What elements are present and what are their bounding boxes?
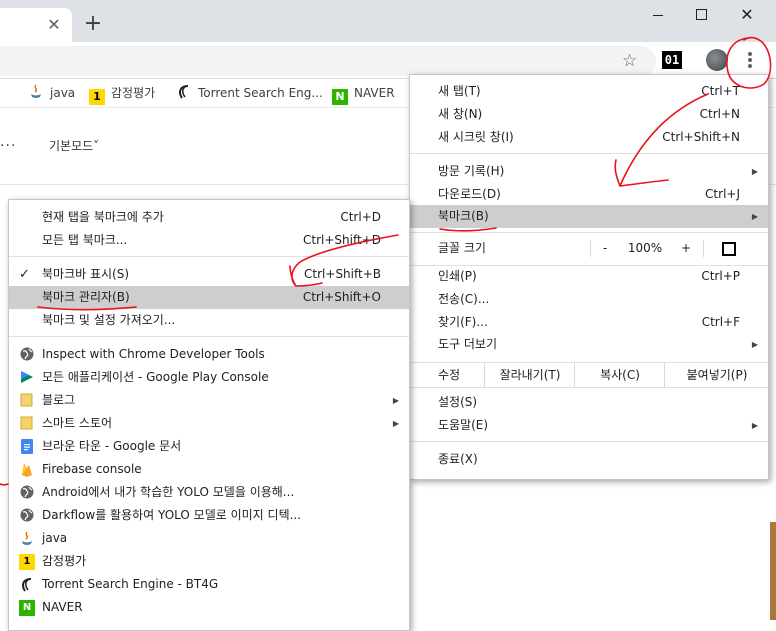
minimize-button[interactable] <box>643 4 673 26</box>
fullscreen-icon[interactable] <box>722 242 736 256</box>
firebase-icon <box>19 462 35 478</box>
tab-close-icon[interactable]: ✕ <box>44 15 64 35</box>
copy-button[interactable]: 복사(C) <box>574 363 665 387</box>
check-icon: ✓ <box>19 267 30 282</box>
bookmark-gamjeong[interactable]: 1 감정평가 <box>89 84 156 105</box>
bm-import[interactable]: 북마크 및 설정 가져오기... <box>9 309 409 332</box>
bookmark-torrent[interactable]: Torrent Search Eng... <box>176 84 323 102</box>
chevron-down-icon: ˅ <box>93 139 100 153</box>
folder-icon <box>19 416 35 432</box>
java-icon <box>28 84 44 100</box>
chrome-menu-button[interactable] <box>738 49 762 71</box>
submenu-arrow-icon: ▶ <box>751 340 758 349</box>
active-tab[interactable]: ✕ <box>0 8 72 42</box>
torrent-icon <box>176 84 192 100</box>
profile-avatar[interactable] <box>706 49 728 71</box>
menu-more-tools[interactable]: 도구 더보기 ▶ <box>410 333 768 356</box>
zoom-value: 100% <box>627 241 663 255</box>
background-window-edge <box>770 522 776 620</box>
menu-separator <box>9 256 409 257</box>
bookmark-naver[interactable]: N NAVER <box>332 84 395 105</box>
paste-button[interactable]: 붙여넣기(P) <box>664 363 769 387</box>
extension-01-icon[interactable]: 01 <box>662 51 682 69</box>
bm-item[interactable]: Inspect with Chrome Developer Tools <box>9 343 409 366</box>
bm-folder[interactable]: 스마트 스토어 ▶ <box>9 412 409 435</box>
menu-help[interactable]: 도움말(E) ▶ <box>410 414 768 437</box>
menu-settings[interactable]: 설정(S) <box>410 391 768 414</box>
submenu-arrow-icon: ▶ <box>392 419 399 428</box>
menu-new-tab[interactable]: 새 탭(T) Ctrl+T <box>410 80 768 103</box>
menu-separator <box>410 153 768 154</box>
zoom-out-button[interactable]: - <box>593 237 617 260</box>
window-close-button[interactable]: ✕ <box>732 4 762 26</box>
menu-exit[interactable]: 종료(X) <box>410 448 768 471</box>
menu-cast[interactable]: 전송(C)... <box>410 288 768 311</box>
menu-bookmarks[interactable]: 북마크(B) ▶ <box>410 205 768 228</box>
bm-folder[interactable]: 블로그 ▶ <box>9 389 409 412</box>
bm-item[interactable]: 브라운 타운 - Google 문서 <box>9 435 409 458</box>
google-docs-icon <box>19 439 35 455</box>
bookmark-star-icon[interactable]: ☆ <box>622 51 637 71</box>
menu-new-window[interactable]: 새 창(N) Ctrl+N <box>410 103 768 126</box>
globe-icon <box>19 347 35 363</box>
bookmark-submenu: 현재 탭을 북마크에 추가 Ctrl+D 모든 탭 북마크... Ctrl+Sh… <box>8 199 410 631</box>
menu-incognito[interactable]: 새 시크릿 창(I) Ctrl+Shift+N <box>410 126 768 149</box>
mode-label: 기본모드 <box>49 139 94 153</box>
java-icon <box>19 531 35 547</box>
submenu-arrow-icon: ▶ <box>751 421 758 430</box>
chrome-main-menu: 새 탭(T) Ctrl+T 새 창(N) Ctrl+N 새 시크릿 창(I) C… <box>409 74 769 480</box>
menu-print[interactable]: 인쇄(P) Ctrl+P <box>410 265 768 288</box>
bm-item[interactable]: Darkflow를 활용하여 YOLO 모델로 이미지 디텍... <box>9 504 409 527</box>
address-bar[interactable]: ☆ <box>0 46 656 76</box>
bookmark-label: Torrent Search Eng... <box>198 86 323 100</box>
submenu-arrow-icon: ▶ <box>751 212 758 221</box>
naver-icon: N <box>19 600 35 616</box>
menu-separator <box>9 336 409 337</box>
maximize-button[interactable] <box>686 4 716 26</box>
bm-item[interactable]: java <box>9 527 409 550</box>
bm-item[interactable]: Torrent Search Engine - BT4G <box>9 573 409 596</box>
bm-item[interactable]: 모든 애플리케이션 - Google Play Console <box>9 366 409 389</box>
tab-strip: ✕ + ✕ <box>0 0 776 42</box>
zoom-in-button[interactable]: + <box>674 237 698 260</box>
menu-edit-row: 수정 잘라내기(T) 복사(C) 붙여넣기(P) <box>410 362 768 388</box>
menu-find[interactable]: 찾기(F)... Ctrl+F <box>410 311 768 334</box>
bm-show-bar[interactable]: ✓ 북마크바 표시(S) Ctrl+Shift+B <box>9 263 409 286</box>
bm-manager[interactable]: 북마크 관리자(B) Ctrl+Shift+O <box>9 286 409 309</box>
number-one-icon: 1 <box>19 554 35 570</box>
mode-selector[interactable]: 기본모드˅ <box>49 137 99 154</box>
more-dots[interactable]: ··· <box>0 138 16 154</box>
cut-button[interactable]: 잘라내기(T) <box>484 363 575 387</box>
bm-bookmark-all[interactable]: 모든 탭 북마크... Ctrl+Shift+D <box>9 229 409 252</box>
bm-add-current[interactable]: 현재 탭을 북마크에 추가 Ctrl+D <box>9 206 409 229</box>
bm-item[interactable]: N NAVER <box>9 596 409 619</box>
menu-zoom-row: 글꼴 크기 - 100% + <box>410 237 768 260</box>
number-one-icon: 1 <box>89 89 105 105</box>
globe-icon <box>19 485 35 501</box>
bookmark-java[interactable]: java <box>28 84 75 102</box>
naver-icon: N <box>332 89 348 105</box>
bookmark-label: NAVER <box>354 86 395 100</box>
play-console-icon <box>19 370 35 386</box>
bookmark-label: java <box>50 86 76 100</box>
torrent-icon <box>19 577 35 593</box>
menu-downloads[interactable]: 다운로드(D) Ctrl+J <box>410 183 768 206</box>
bm-item[interactable]: 1 감정평가 <box>9 550 409 573</box>
bookmark-label: 감정평가 <box>111 86 156 100</box>
new-tab-button[interactable]: + <box>82 13 104 36</box>
bm-item[interactable]: Firebase console <box>9 458 409 481</box>
menu-separator <box>410 232 768 233</box>
menu-separator <box>410 441 768 442</box>
bm-item[interactable]: Android에서 내가 학습한 YOLO 모델을 이용해... <box>9 481 409 504</box>
submenu-arrow-icon: ▶ <box>751 167 758 176</box>
submenu-arrow-icon: ▶ <box>392 396 399 405</box>
folder-icon <box>19 393 35 409</box>
globe-icon <box>19 508 35 524</box>
menu-history[interactable]: 방문 기록(H) ▶ <box>410 160 768 183</box>
zoom-label: 글꼴 크기 <box>438 241 486 255</box>
